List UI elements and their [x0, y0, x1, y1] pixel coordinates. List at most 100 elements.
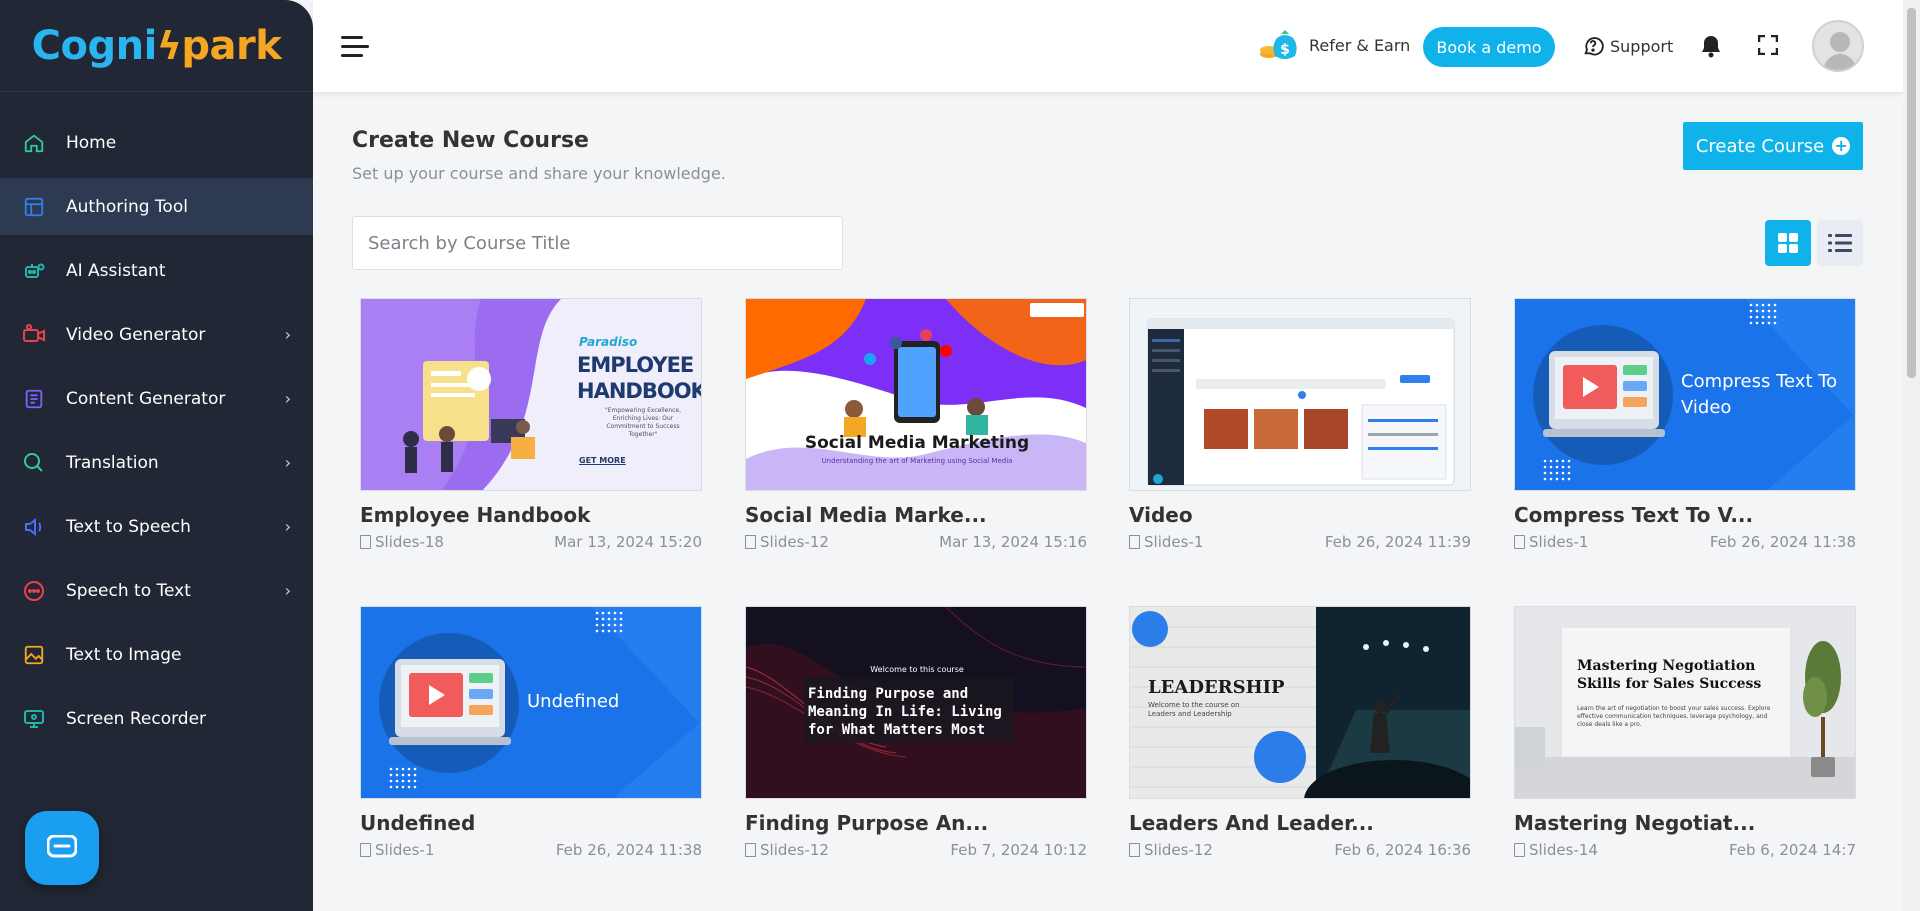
sidebar-item-ai-assistant[interactable]: AI Assistant [0, 242, 313, 299]
document-icon [1129, 843, 1140, 857]
course-title[interactable]: Leaders And Leader... [1129, 811, 1471, 835]
thumb-title-line1: EMPLOYEE [577, 353, 694, 377]
sidebar-item-content-generator[interactable]: Content Generator › [0, 370, 313, 427]
sidebar-item-label: Text to Image [66, 644, 182, 665]
sidebar-item-authoring-tool[interactable]: Authoring Tool [0, 178, 313, 235]
course-thumbnail[interactable]: LEADERSHIP Welcome to the course on Lead… [1129, 606, 1471, 799]
sidebar-item-text-to-image[interactable]: Text to Image [0, 626, 313, 683]
chat-bubbles-icon [22, 451, 46, 475]
main-content: Create New Course Set up your course and… [313, 92, 1903, 911]
course-slides-count: Slides-18 [375, 533, 444, 551]
sidebar-item-home[interactable]: Home [0, 114, 313, 171]
document-icon [360, 535, 371, 549]
document-icon [1129, 535, 1140, 549]
thumb-welcome: Welcome to this course [870, 665, 964, 674]
course-slides-count: Slides-1 [1144, 533, 1204, 551]
course-meta: Slides-12 Feb 6, 2024 16:36 [1129, 841, 1471, 859]
course-slides-count: Slides-12 [1144, 841, 1213, 859]
course-title[interactable]: Social Media Marke... [745, 503, 1087, 527]
chevron-right-icon: › [284, 389, 291, 408]
document-icon [1514, 535, 1525, 549]
course-date: Feb 26, 2024 11:38 [1709, 533, 1856, 551]
course-date: Mar 13, 2024 15:16 [939, 533, 1087, 551]
thumb-title: Mastering Negotiation Skills for Sales S… [1577, 658, 1762, 692]
list-view-button[interactable] [1817, 220, 1863, 266]
sidebar: Cogniϟpark Home Authoring Tool AI Assist… [0, 0, 313, 911]
course-meta: Slides-1 Feb 26, 2024 11:38 [360, 841, 702, 859]
fullscreen-icon[interactable] [1758, 35, 1778, 55]
grid-view-button[interactable] [1765, 220, 1811, 266]
course-card[interactable]: Welcome to this course Finding Purpose a… [745, 606, 1087, 859]
chat-icon [47, 835, 77, 858]
course-thumbnail[interactable]: Compress Text To Video [1514, 298, 1856, 491]
notification-bell-icon[interactable] [1700, 34, 1722, 58]
refer-and-earn-link[interactable]: $ Refer & Earn [1259, 28, 1410, 62]
course-thumbnail[interactable]: Undefined [360, 606, 702, 799]
sidebar-item-text-to-speech[interactable]: Text to Speech › [0, 498, 313, 555]
lightning-bolt-icon: ϟ [156, 23, 182, 68]
page-scrollbar[interactable] [1903, 0, 1920, 911]
sidebar-item-label: Speech to Text [66, 580, 191, 601]
speech-bubble-icon [22, 579, 46, 603]
sidebar-item-video-generator[interactable]: Video Generator › [0, 306, 313, 363]
chat-support-button[interactable] [25, 811, 99, 885]
sidebar-item-label: Content Generator [66, 388, 226, 409]
page-subtitle: Set up your course and share your knowle… [352, 164, 726, 183]
cognispark-logo[interactable]: Cogniϟpark [0, 0, 313, 92]
sidebar-item-translation[interactable]: Translation › [0, 434, 313, 491]
home-icon [22, 131, 46, 155]
list-icon [1828, 234, 1852, 252]
document-lines-icon [22, 387, 46, 411]
sidebar-item-label: Home [66, 132, 117, 153]
course-card[interactable]: Mastering Negotiation Skills for Sales S… [1514, 606, 1856, 859]
course-title[interactable]: Employee Handbook [360, 503, 702, 527]
course-slides-count: Slides-12 [760, 841, 829, 859]
course-thumbnail[interactable] [1129, 298, 1471, 491]
scrollbar-thumb[interactable] [1907, 8, 1916, 378]
course-date: Feb 6, 2024 16:36 [1334, 841, 1471, 859]
chevron-right-icon: › [284, 581, 291, 600]
question-circle-icon [1584, 37, 1604, 56]
logo-text-spark: park [181, 22, 282, 69]
course-title[interactable]: Undefined [360, 811, 702, 835]
create-course-label: Create Course [1695, 135, 1825, 157]
course-meta: Slides-12 Feb 7, 2024 10:12 [745, 841, 1087, 859]
course-card[interactable]: LEADERSHIP Welcome to the course on Lead… [1129, 606, 1471, 859]
user-avatar[interactable] [1812, 20, 1864, 72]
thumb-quote: "Empowering Excellence, Enriching Lives:… [604, 407, 682, 438]
sidebar-item-screen-recorder[interactable]: Screen Recorder [0, 690, 313, 747]
course-thumbnail[interactable]: Mastering Negotiation Skills for Sales S… [1514, 606, 1856, 799]
thumb-cta: GET MORE [579, 456, 626, 465]
plus-circle-icon: + [1832, 137, 1851, 155]
create-course-button[interactable]: Create Course + [1683, 122, 1863, 170]
course-card[interactable]: Video Slides-1 Feb 26, 2024 11:39 [1129, 298, 1471, 551]
course-title[interactable]: Video [1129, 503, 1471, 527]
course-title[interactable]: Mastering Negotiat... [1514, 811, 1856, 835]
support-label: Support [1610, 36, 1674, 56]
hamburger-menu-icon[interactable] [341, 36, 369, 64]
course-date: Feb 6, 2024 14:7 [1728, 841, 1856, 859]
chevron-right-icon: › [284, 453, 291, 472]
support-link[interactable]: Support [1582, 35, 1673, 57]
course-slides-count: Slides-12 [760, 533, 829, 551]
course-thumbnail[interactable]: Social Media Marketing Understanding the… [745, 298, 1087, 491]
course-card[interactable]: Undefined Undefined Slides-1 Feb 26, 202… [360, 606, 702, 859]
chevron-right-icon: › [284, 325, 291, 344]
page-title: Create New Course [352, 128, 589, 153]
course-thumbnail[interactable]: Welcome to this course Finding Purpose a… [745, 606, 1087, 799]
course-meta: Slides-12 Mar 13, 2024 15:16 [745, 533, 1087, 551]
course-slides-count: Slides-14 [1529, 841, 1598, 859]
book-a-demo-button[interactable]: Book a demo [1423, 27, 1555, 67]
sidebar-item-speech-to-text[interactable]: Speech to Text › [0, 562, 313, 619]
search-course-input[interactable] [352, 216, 843, 270]
monitor-icon [22, 707, 46, 731]
course-date: Feb 7, 2024 10:12 [950, 841, 1087, 859]
course-card[interactable]: Social Media Marketing Understanding the… [745, 298, 1087, 551]
course-thumbnail[interactable]: Paradiso EMPLOYEE HANDBOOK "Empowering E… [360, 298, 702, 491]
course-title[interactable]: Finding Purpose An... [745, 811, 1087, 835]
course-title[interactable]: Compress Text To V... [1514, 503, 1856, 527]
course-card[interactable]: Paradiso EMPLOYEE HANDBOOK "Empowering E… [360, 298, 702, 551]
course-slides-count: Slides-1 [1529, 533, 1589, 551]
thumb-subtitle: Welcome to the course on Leaders and Lea… [1148, 701, 1240, 718]
course-card[interactable]: Compress Text To Video Compress Text To … [1514, 298, 1856, 551]
